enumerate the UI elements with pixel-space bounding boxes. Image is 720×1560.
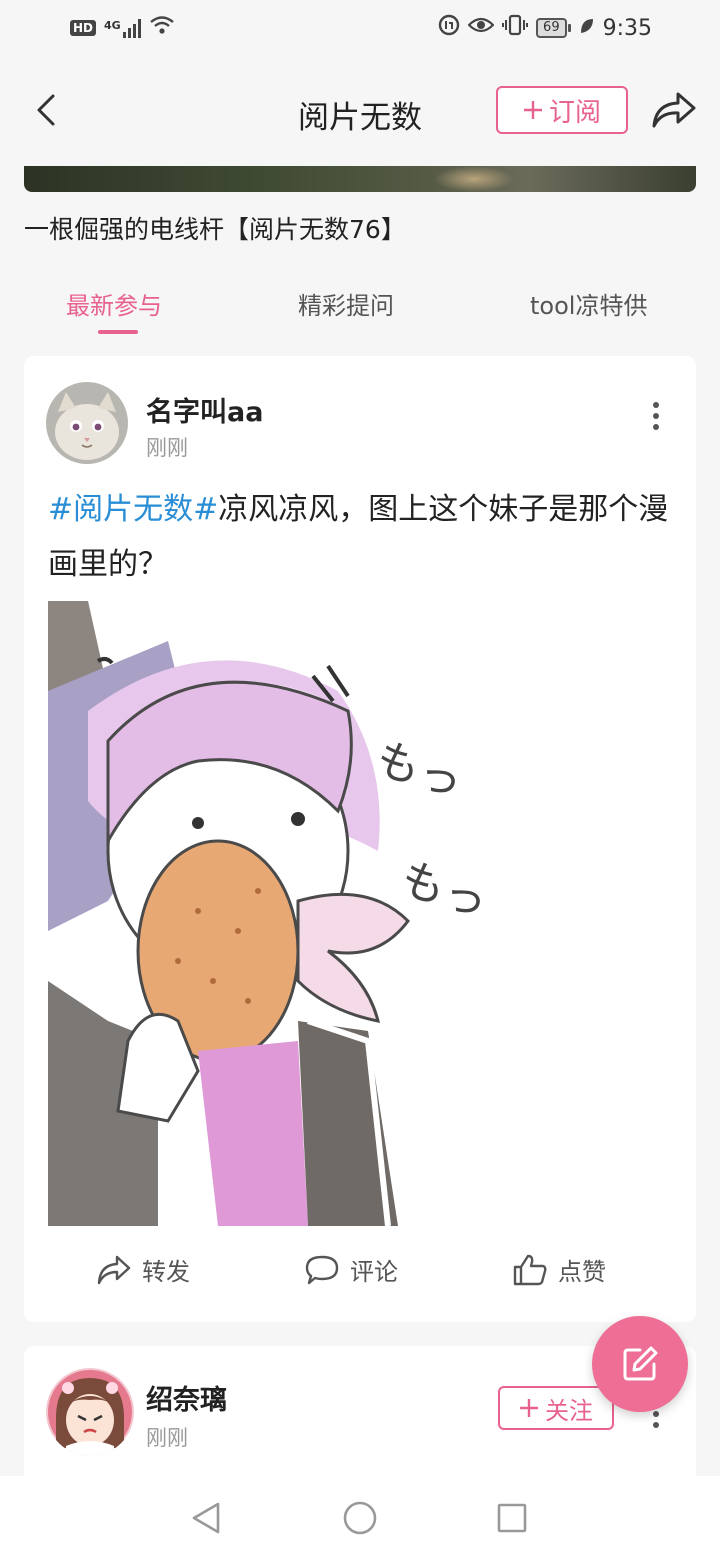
hd-badge: HD — [70, 20, 97, 36]
post-time: 刚刚 — [146, 436, 188, 460]
username[interactable]: 名字叫aa — [146, 390, 263, 429]
nav-home-button[interactable] — [340, 1498, 380, 1538]
anime-girl-avatar-icon — [46, 1368, 134, 1456]
status-left: HD 4G — [70, 15, 175, 41]
share-button[interactable] — [650, 88, 698, 132]
cover-image[interactable] — [24, 166, 696, 192]
edit-icon — [623, 1346, 658, 1381]
battery-level: 69 — [536, 18, 567, 38]
tab-bar: 最新参与 精彩提问 tool凉特供 — [0, 270, 720, 340]
wifi-icon — [149, 15, 175, 41]
tab-indicator — [98, 330, 138, 334]
post-actions: 转发 评论 点赞 — [24, 1244, 696, 1304]
tab-tool-special[interactable]: tool凉特供 — [530, 286, 647, 321]
avatar[interactable] — [46, 382, 128, 464]
cat-avatar-icon — [46, 382, 128, 464]
post-card: 名字叫aa 刚刚 #阅片无数#凉风凉风，图上这个妹子是那个漫画里的？ もっ もっ… — [24, 356, 696, 1322]
circle-home-icon — [343, 1501, 377, 1535]
thumbs-up-icon — [513, 1254, 547, 1285]
comment-button[interactable]: 评论 — [304, 1252, 398, 1287]
comment-icon — [305, 1255, 339, 1284]
repost-icon — [97, 1255, 131, 1284]
nav-back-button[interactable] — [186, 1498, 226, 1538]
username[interactable]: 绍奈璃 — [146, 1378, 227, 1417]
more-options-icon[interactable] — [641, 396, 671, 436]
repost-button[interactable]: 转发 — [96, 1252, 190, 1287]
like-button[interactable]: 点赞 — [512, 1252, 606, 1287]
post-text: #阅片无数#凉风凉风，图上这个妹子是那个漫画里的？ — [48, 482, 678, 592]
nav-recents-button[interactable] — [492, 1498, 532, 1538]
triangle-back-icon — [192, 1502, 220, 1534]
share-icon — [652, 92, 696, 128]
vibrate-icon — [502, 14, 529, 42]
hashtag-link[interactable]: #阅片无数# — [48, 492, 218, 527]
subscribe-label: 订阅 — [548, 97, 601, 128]
repost-label: 转发 — [142, 1258, 190, 1286]
square-recents-icon — [497, 1503, 527, 1533]
follow-button[interactable]: 关注 — [498, 1386, 614, 1430]
top-app-bar: 阅片无数 订阅 — [0, 56, 720, 164]
data-saver-icon — [438, 14, 460, 42]
plus-icon — [523, 101, 542, 119]
network-type: 4G — [104, 19, 121, 32]
battery-icon: 69 — [536, 18, 571, 38]
tab-latest[interactable]: 最新参与 — [66, 286, 162, 321]
post-image[interactable]: もっ もっ — [48, 601, 528, 1226]
system-nav-bar — [0, 1476, 720, 1560]
post-time: 刚刚 — [146, 1426, 188, 1450]
avatar[interactable] — [46, 1368, 134, 1456]
status-right: 69 9:35 — [438, 14, 652, 42]
plus-icon — [520, 1399, 538, 1417]
status-bar: HD 4G 69 9:35 — [0, 0, 720, 56]
leaf-icon — [579, 16, 595, 41]
follow-label: 关注 — [545, 1396, 593, 1425]
signal-icon — [122, 18, 141, 38]
compose-button[interactable] — [592, 1316, 688, 1412]
clock-time: 9:35 — [602, 15, 652, 41]
like-label: 点赞 — [558, 1258, 606, 1286]
comment-label: 评论 — [350, 1258, 398, 1286]
tab-featured-questions[interactable]: 精彩提问 — [298, 286, 394, 321]
banner-caption: 一根倔强的电线杆【阅片无数76】 — [24, 215, 406, 244]
anime-illustration: もっ もっ — [48, 601, 528, 1226]
eye-comfort-icon — [467, 15, 495, 41]
subscribe-button[interactable]: 订阅 — [496, 86, 628, 134]
